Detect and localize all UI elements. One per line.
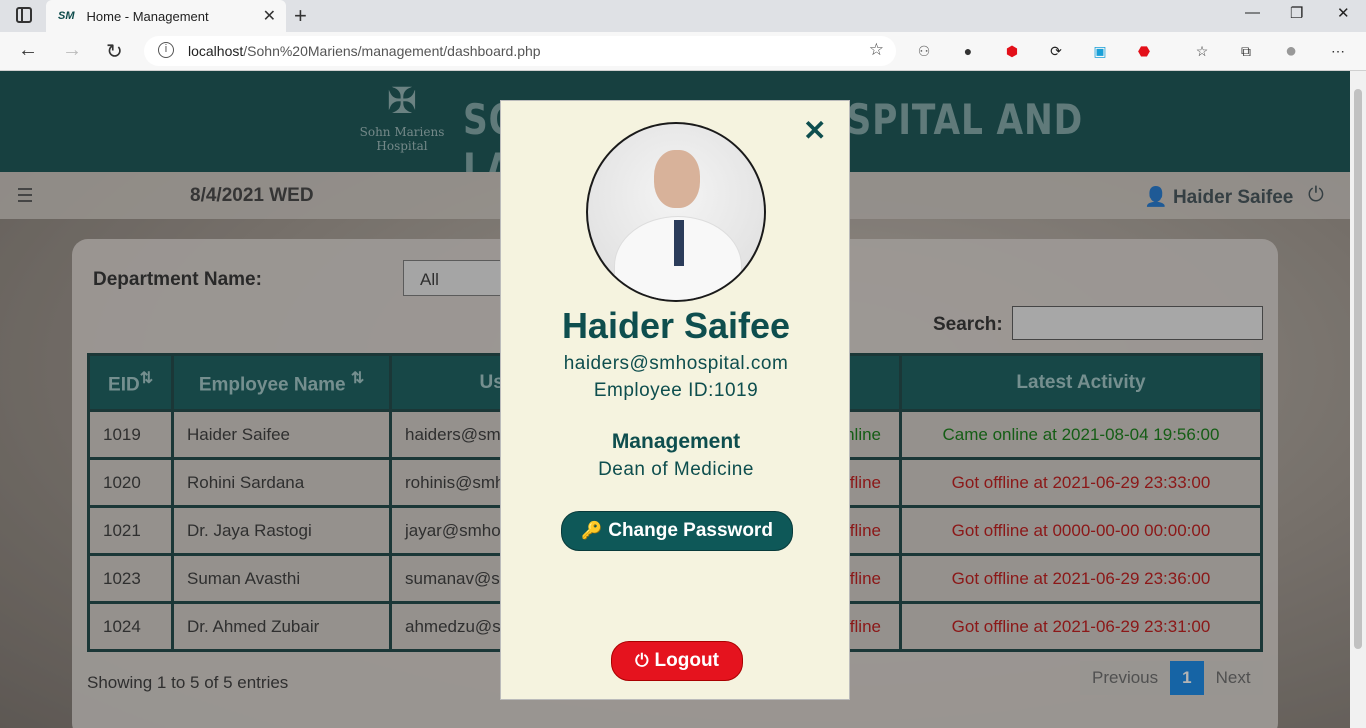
collections-icon[interactable]: ⧉: [1236, 41, 1256, 61]
browser-tab-bar: SM Home - Management ✕ + — ❐ ✕: [0, 0, 1366, 32]
tab-title: Home - Management: [86, 8, 209, 24]
extension-icon[interactable]: ⟳: [1046, 41, 1066, 61]
close-modal-icon[interactable]: ✕: [803, 117, 826, 145]
extension-icon[interactable]: ●: [958, 41, 978, 61]
favorites-icon[interactable]: ☆: [1192, 41, 1212, 61]
url-path: /Sohn%20Mariens/management/dashboard.php: [243, 43, 541, 59]
url-field[interactable]: i localhost/Sohn%20Mariens/management/da…: [144, 36, 896, 66]
profile-photo: [586, 122, 766, 302]
page-scrollbar[interactable]: [1350, 71, 1366, 728]
favorite-star-icon[interactable]: ☆: [869, 40, 884, 60]
profile-employee-id: Employee ID:1019: [593, 380, 759, 401]
minimize-icon[interactable]: —: [1245, 4, 1260, 21]
logout-label: Logout: [654, 650, 719, 671]
forward-icon[interactable]: →: [62, 39, 82, 62]
profile-department: Management: [611, 430, 741, 453]
logout-button[interactable]: ⏻ Logout: [611, 641, 743, 681]
change-password-label: Change Password: [608, 520, 773, 541]
extension-icon[interactable]: ⬢: [1002, 41, 1022, 61]
key-icon: 🔑: [581, 521, 603, 540]
profile-name: Haider Saifee: [561, 305, 791, 346]
profile-modal: ✕ Haider Saifee haiders@smhospital.com E…: [500, 100, 850, 700]
favicon: SM: [58, 10, 75, 22]
new-tab-icon[interactable]: +: [294, 3, 307, 29]
close-tab-icon[interactable]: ✕: [263, 6, 276, 26]
profile-email: haiders@smhospital.com: [563, 353, 789, 374]
tab-actions-icon[interactable]: [16, 7, 32, 23]
extension-icon[interactable]: ⚇: [914, 41, 934, 61]
more-menu-icon[interactable]: ⋯: [1328, 41, 1348, 61]
restore-icon[interactable]: ❐: [1290, 4, 1303, 22]
extension-icon[interactable]: ▣: [1090, 41, 1110, 61]
refresh-icon[interactable]: ↻: [106, 39, 123, 64]
scrollbar-thumb[interactable]: [1354, 89, 1362, 649]
back-icon[interactable]: ←: [18, 39, 38, 62]
close-window-icon[interactable]: ✕: [1337, 4, 1350, 22]
power-icon: ⏻: [635, 651, 649, 670]
profile-avatar-icon[interactable]: ●: [1281, 40, 1301, 62]
web-page: ✠ Sohn Mariens Hospital SOHN MARIENS HOS…: [0, 71, 1350, 728]
url-host: localhost: [188, 43, 244, 59]
adblock-icon[interactable]: ⬣: [1134, 41, 1154, 61]
profile-role: Dean of Medicine: [598, 459, 754, 480]
change-password-button[interactable]: 🔑 Change Password: [561, 511, 793, 551]
site-info-icon[interactable]: i: [158, 42, 174, 58]
browser-tab[interactable]: SM Home - Management ✕: [46, 0, 286, 32]
address-toolbar: ← → ↻ i localhost/Sohn%20Mariens/managem…: [0, 32, 1366, 71]
